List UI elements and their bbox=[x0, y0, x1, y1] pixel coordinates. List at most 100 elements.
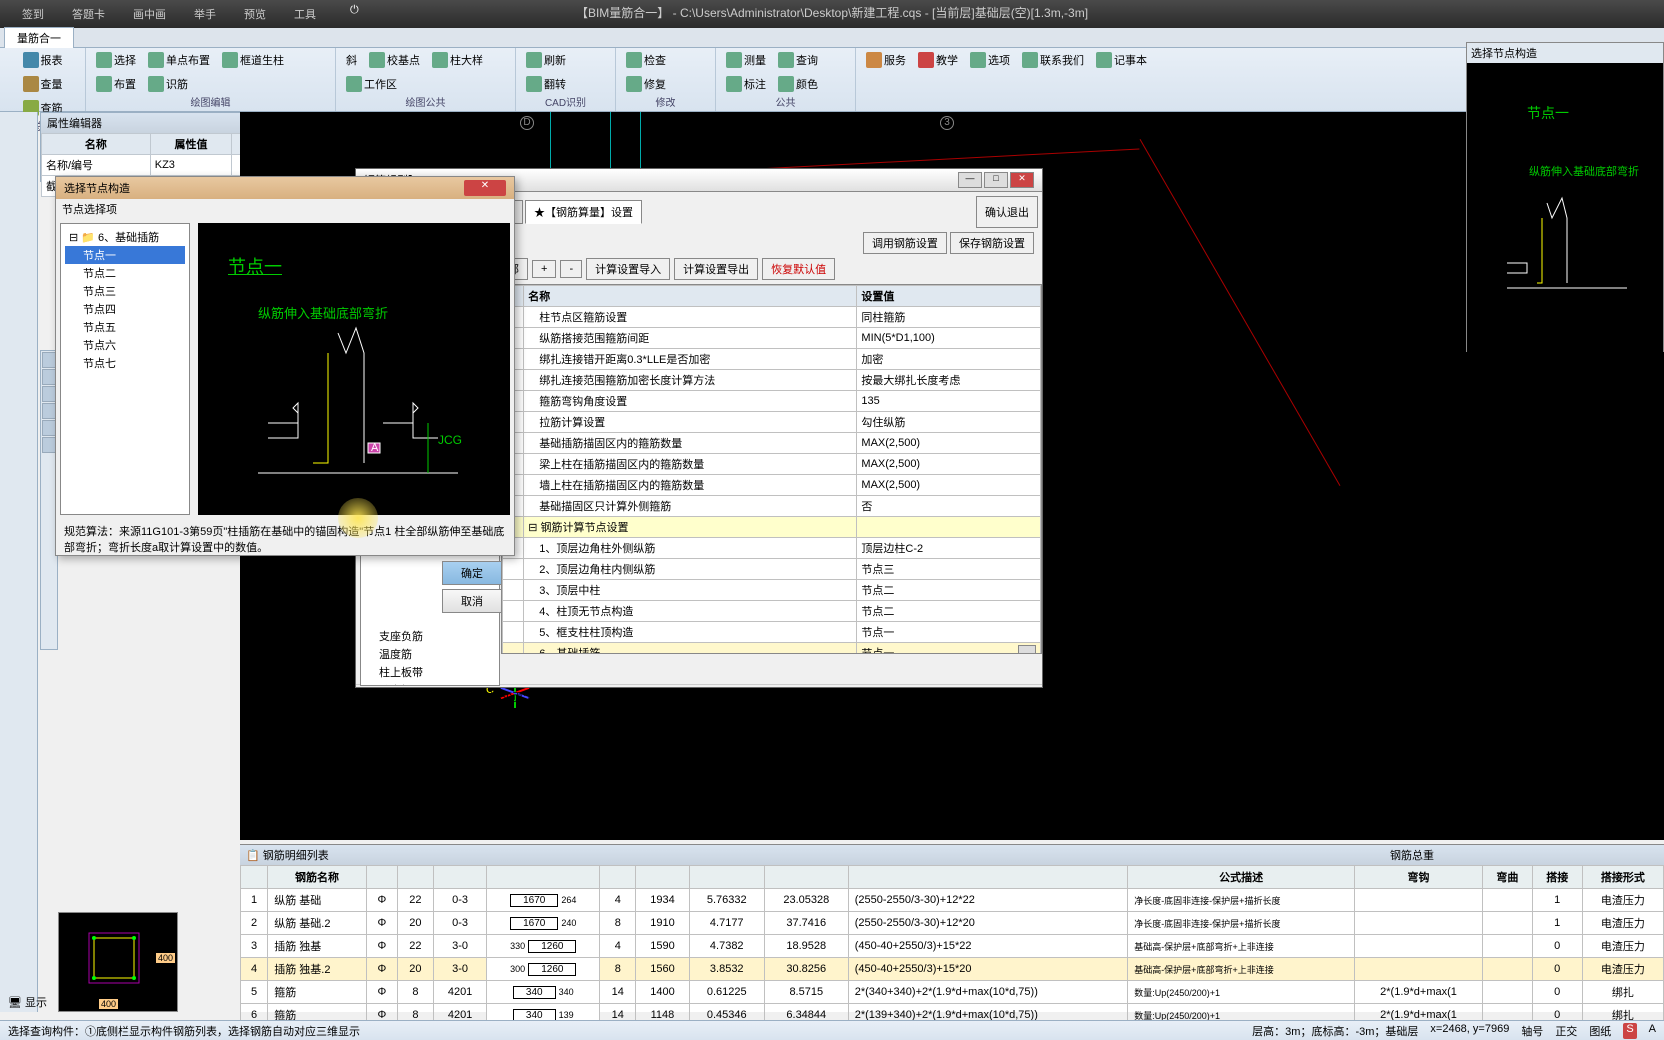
tree-root[interactable]: ⊟ 📁 6、基础插筋 bbox=[65, 228, 185, 246]
tree-node[interactable]: 节点五 bbox=[65, 318, 185, 336]
ribbon-id-rebar[interactable]: 识筋 bbox=[144, 74, 192, 94]
tree-node[interactable]: 节点六 bbox=[65, 336, 185, 354]
menu-preview[interactable]: 预览 bbox=[230, 2, 280, 26]
prop-hdr-name: 名称 bbox=[42, 134, 151, 155]
menu-answer[interactable]: 答题卡 bbox=[58, 2, 119, 26]
load-rebar-button[interactable]: 调用钢筋设置 bbox=[863, 232, 947, 254]
tree-node[interactable]: 节点七 bbox=[65, 354, 185, 372]
settings-row[interactable]: 2、顶层边角柱内侧纵筋节点三 bbox=[503, 559, 1041, 580]
ribbon-check-qty[interactable]: 查量 bbox=[19, 74, 67, 94]
ime-icon[interactable]: A bbox=[1649, 1023, 1656, 1039]
ribbon-workarea[interactable]: 工作区 bbox=[342, 74, 401, 94]
ribbon-teach[interactable]: 教学 bbox=[914, 50, 962, 70]
ribbon-frame-col[interactable]: 框道生柱 bbox=[218, 50, 288, 70]
status-axis[interactable]: 轴号 bbox=[1521, 1023, 1543, 1039]
ribbon-base-pt[interactable]: 校基点 bbox=[365, 50, 424, 70]
rebar-row[interactable]: 2纵筋 基础.2Φ200-31670 240819104.717737.7416… bbox=[241, 912, 1664, 935]
menu-pip[interactable]: 画中画 bbox=[119, 2, 180, 26]
rebar-header bbox=[848, 866, 1127, 889]
sogou-icon[interactable]: S bbox=[1623, 1023, 1636, 1039]
ribbon-report[interactable]: 报表 bbox=[19, 50, 67, 70]
prop-row-val[interactable]: KZ3 bbox=[150, 155, 231, 176]
settings-row[interactable]: 纵筋搭接范围箍筋间距MIN(5*D1,100) bbox=[503, 328, 1041, 349]
ribbon-notepad[interactable]: 记事本 bbox=[1092, 50, 1151, 70]
close-icon[interactable]: ✕ bbox=[1010, 172, 1034, 188]
tree-item[interactable]: 柱上板带 bbox=[361, 663, 499, 681]
settings-row[interactable]: 基础描固区只计算外侧箍筋否 bbox=[503, 496, 1041, 517]
settings-row[interactable]: 墙上柱在插筋描固区内的箍筋数量MAX(2,500) bbox=[503, 475, 1041, 496]
minimize-icon[interactable]: — bbox=[958, 172, 982, 188]
settings-row[interactable]: 绑扎连接范围箍筋加密长度计算方法按最大绑扎长度考虑 bbox=[503, 370, 1041, 391]
cell-expand-button[interactable]: ... bbox=[1018, 645, 1036, 654]
tree-node[interactable]: 节点二 bbox=[65, 264, 185, 282]
settings-footer: 规范算法：来源11G101-3第59页"柱插筋在基础中的锚固构造"节点，柱全部纵… bbox=[356, 684, 1042, 709]
cancel-button[interactable]: 取消 bbox=[442, 589, 502, 613]
ribbon-group-label-3: 绘图公共 bbox=[342, 94, 509, 109]
ribbon-service[interactable]: 服务 bbox=[862, 50, 910, 70]
ribbon-query[interactable]: 查询 bbox=[774, 50, 822, 70]
status-drawing[interactable]: 图纸 bbox=[1589, 1023, 1611, 1039]
settings-row[interactable]: ⊟ 钢筋计算节点设置 bbox=[503, 517, 1041, 538]
highlight-cursor bbox=[338, 498, 378, 538]
settings-tab-active[interactable]: ★【钢筋算量】设置 bbox=[525, 200, 642, 224]
ok-button[interactable]: 确定 bbox=[442, 561, 502, 585]
settings-row[interactable]: 柱节点区箍筋设置同柱箍筋 bbox=[503, 307, 1041, 328]
tree-node[interactable]: 节点四 bbox=[65, 300, 185, 318]
display-label[interactable]: 🖥 显示 bbox=[8, 994, 47, 1010]
tree-item[interactable]: 支座负筋 bbox=[361, 627, 499, 645]
ok-exit-button[interactable]: 确认退出 bbox=[976, 196, 1038, 228]
power-icon[interactable]: ⏻ bbox=[350, 4, 370, 24]
settings-grid[interactable]: 名称设置值 柱节点区箍筋设置同柱箍筋 纵筋搭接范围箍筋间距MIN(5*D1,10… bbox=[501, 284, 1042, 654]
ribbon-col-style[interactable]: 柱大样 bbox=[428, 50, 487, 70]
settings-row[interactable]: 1、顶层边角柱外侧纵筋顶层边柱C-2 bbox=[503, 538, 1041, 559]
rebar-row[interactable]: 3插筋 独基Φ223-0330 1260415904.738218.9528(4… bbox=[241, 935, 1664, 958]
ribbon: 报表 查量 查筋 汇总计算 选择 单点布置 框道生柱 布置 识筋 绘图编辑 斜 … bbox=[0, 48, 1664, 112]
ribbon-measure[interactable]: 测量 bbox=[722, 50, 770, 70]
import-button[interactable]: 计算设置导入 bbox=[586, 258, 670, 280]
tree-item[interactable]: 跨中板带 bbox=[361, 681, 499, 686]
node-tree[interactable]: ⊟ 📁 6、基础插筋 节点一 节点二 节点三 节点四 节点五 节点六 节点七 bbox=[60, 223, 190, 515]
ribbon-options[interactable]: 选项 bbox=[966, 50, 1014, 70]
ribbon-layout[interactable]: 布置 bbox=[92, 74, 140, 94]
main-tab[interactable]: 量筋合一 bbox=[4, 27, 74, 48]
ribbon-flip[interactable]: 翻转 bbox=[522, 74, 570, 94]
save-rebar-button[interactable]: 保存钢筋设置 bbox=[950, 232, 1034, 254]
rebar-header bbox=[366, 866, 397, 889]
menu-tools[interactable]: 工具 bbox=[280, 2, 330, 26]
settings-row[interactable]: 绑扎连接错开距离0.3*LLE是否加密加密 bbox=[503, 349, 1041, 370]
minimap[interactable]: 400 400 bbox=[58, 912, 178, 1012]
ribbon-annotate[interactable]: 标注 bbox=[722, 74, 770, 94]
settings-row[interactable]: 箍筋弯钩角度设置135 bbox=[503, 391, 1041, 412]
minus-button[interactable]: - bbox=[560, 260, 582, 278]
ribbon-color[interactable]: 颜色 bbox=[774, 74, 822, 94]
status-hint: 选择查询构件：①底侧栏显示构件钢筋列表，选择钢筋自动对应三维显示 bbox=[8, 1023, 360, 1039]
tree-node[interactable]: 节点三 bbox=[65, 282, 185, 300]
tree-item[interactable]: 温度筋 bbox=[361, 645, 499, 663]
restore-button[interactable]: 恢复默认值 bbox=[762, 258, 835, 280]
ribbon-check[interactable]: 检查 bbox=[622, 50, 670, 70]
settings-row[interactable]: 拉筋计算设置勾住纵筋 bbox=[503, 412, 1041, 433]
rebar-row[interactable]: 1纵筋 基础Φ220-31670 264419345.7633223.05328… bbox=[241, 889, 1664, 912]
export-button[interactable]: 计算设置导出 bbox=[674, 258, 758, 280]
ribbon-select[interactable]: 选择 bbox=[92, 50, 140, 70]
rebar-row[interactable]: 5箍筋Φ84201340 3401414000.612258.57152*(34… bbox=[241, 981, 1664, 1004]
settings-row[interactable]: 基础插筋描固区内的箍筋数量MAX(2,500) bbox=[503, 433, 1041, 454]
menu-signin[interactable]: 签到 bbox=[8, 2, 58, 26]
status-ortho[interactable]: 正交 bbox=[1555, 1023, 1577, 1039]
close-icon[interactable]: ✕ bbox=[464, 180, 506, 196]
settings-row[interactable]: 梁上柱在插筋描固区内的箍筋数量MAX(2,500) bbox=[503, 454, 1041, 475]
ribbon-point-place[interactable]: 单点布置 bbox=[144, 50, 214, 70]
ribbon-contact[interactable]: 联系我们 bbox=[1018, 50, 1088, 70]
tree-node-selected[interactable]: 节点一 bbox=[65, 246, 185, 264]
settings-row[interactable]: 5、框支柱柱顶构造节点一 bbox=[503, 622, 1041, 643]
settings-row[interactable]: 4、柱顶无节点构造节点二 bbox=[503, 601, 1041, 622]
ribbon-repair[interactable]: 修复 bbox=[622, 74, 670, 94]
ribbon-refresh[interactable]: 刷新 bbox=[522, 50, 570, 70]
rebar-row[interactable]: 4插筋 独基.2Φ203-0300 1260815603.853230.8256… bbox=[241, 958, 1664, 981]
maximize-icon[interactable]: □ bbox=[984, 172, 1008, 188]
settings-row[interactable]: 3、顶层中柱节点二 bbox=[503, 580, 1041, 601]
plus-button[interactable]: + bbox=[532, 260, 556, 278]
settings-row[interactable]: 6、基础插筋节点一... bbox=[503, 643, 1041, 655]
menu-raise[interactable]: 举手 bbox=[180, 2, 230, 26]
ribbon-slant[interactable]: 斜 bbox=[342, 50, 361, 70]
